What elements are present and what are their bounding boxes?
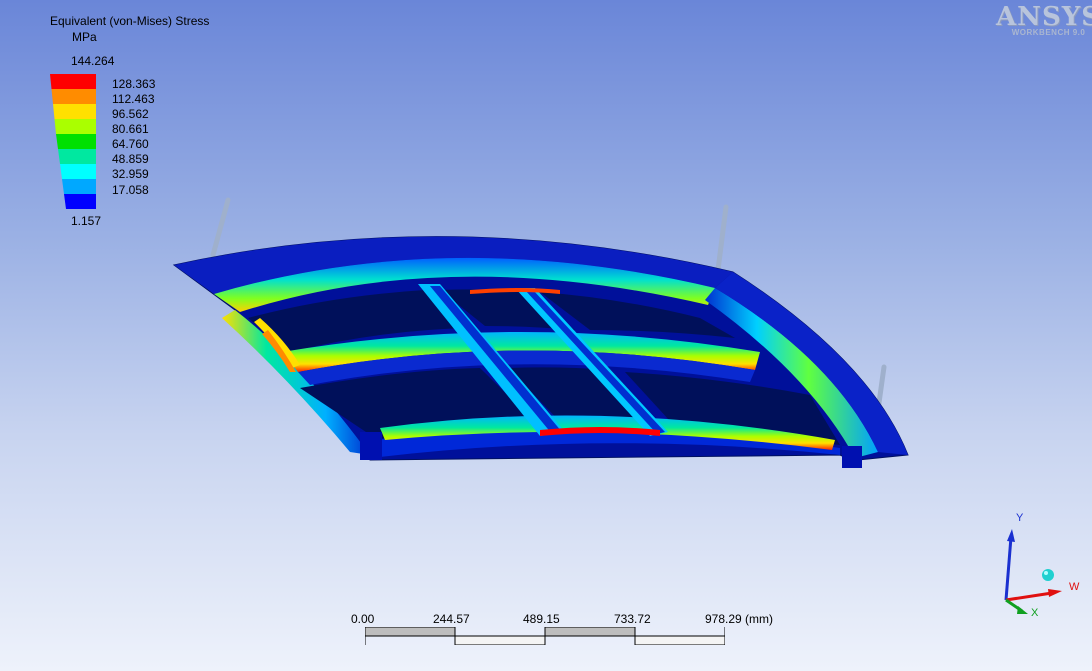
triad-sphere-icon [1042, 569, 1054, 581]
scale-tick-2: 489.15 [523, 612, 560, 626]
w-axis-icon [1005, 591, 1053, 602]
scale-tick-1: 244.57 [433, 612, 470, 626]
triad-w-label: W [1069, 581, 1080, 593]
y-axis-icon [1004, 536, 1013, 601]
scale-bar [365, 627, 725, 645]
triad-x-label: X [1031, 607, 1039, 619]
scale-tick-3: 733.72 [614, 612, 651, 626]
scale-tick-0: 0.00 [351, 612, 375, 626]
scale-tick-4: 978.29 (mm) [705, 612, 774, 626]
stress-contour-model[interactable] [0, 0, 1092, 671]
triad-y-label: Y [1016, 512, 1024, 524]
